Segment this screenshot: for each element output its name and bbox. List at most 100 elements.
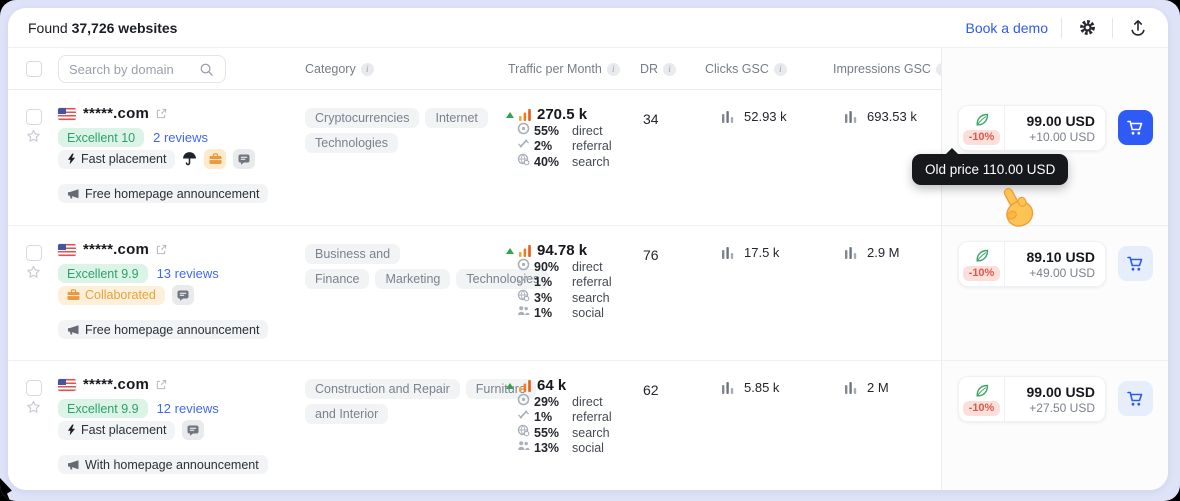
info-icon[interactable]: i <box>360 62 374 76</box>
domain-search[interactable] <box>58 55 226 83</box>
pointing-hand-icon <box>992 184 1040 239</box>
add-to-cart-button[interactable] <box>1118 246 1153 281</box>
bar-chart-icon <box>722 110 734 123</box>
chat-icon[interactable] <box>233 149 256 169</box>
traffic-bars-icon <box>519 379 531 392</box>
add-to-cart-button[interactable] <box>1118 381 1153 416</box>
announcement-badge: Free homepage announcement <box>58 320 269 339</box>
impressions-gsc-cell: 2 M <box>845 380 889 395</box>
leaf-icon <box>975 113 988 126</box>
category-pill: Construction and Repair <box>305 379 460 399</box>
column-header-impressions[interactable]: Impressions GSCi <box>833 62 949 76</box>
umbrella-icon[interactable] <box>182 150 197 168</box>
dr-value: 62 <box>643 382 659 398</box>
discount-badge[interactable]: -10% <box>962 400 1001 416</box>
lightning-icon <box>67 424 76 436</box>
lightning-icon <box>67 153 76 165</box>
column-header-clicks[interactable]: Clicks GSC i <box>705 62 787 76</box>
external-link-icon[interactable] <box>156 379 167 390</box>
reviews-link[interactable]: 13 reviews <box>157 266 219 281</box>
cart-icon <box>1127 120 1143 135</box>
direct-icon <box>517 393 530 406</box>
dr-value: 34 <box>643 111 659 127</box>
column-header-dr[interactable]: DR i <box>640 62 677 76</box>
collaborated-icon[interactable] <box>204 149 227 169</box>
price-main: 89.10 USD <box>1026 248 1095 265</box>
favorite-star-icon[interactable] <box>25 398 42 416</box>
chat-icon[interactable] <box>171 285 194 305</box>
domain-name[interactable]: *****.com <box>83 376 149 393</box>
select-all-checkbox[interactable] <box>26 61 42 77</box>
rating-badge: Excellent 9.9 <box>58 264 148 283</box>
trend-up-icon <box>506 111 514 118</box>
bar-chart-icon <box>722 381 734 394</box>
column-header-traffic[interactable]: Traffic per Month i <box>508 62 620 76</box>
reviews-link[interactable]: 2 reviews <box>153 130 208 145</box>
favorite-star-icon[interactable] <box>25 127 42 145</box>
settings-button[interactable] <box>1075 16 1099 40</box>
topbar-actions: Book a demo <box>966 16 1151 40</box>
book-a-demo-link[interactable]: Book a demo <box>966 20 1049 36</box>
fast-placement-badge: Fast placement <box>58 149 176 169</box>
chat-icon[interactable] <box>182 420 205 440</box>
category-cell: Cryptocurrencies Internet Technologies <box>305 106 540 156</box>
price-extra: +49.00 USD <box>1029 265 1095 280</box>
clicks-gsc-cell: 17.5 k <box>722 245 779 260</box>
add-to-cart-button[interactable] <box>1118 110 1153 145</box>
topbar: Found 37,726 websites Book a demo <box>8 8 1168 48</box>
announcement-badge: Free homepage announcement <box>58 184 269 203</box>
domain-name[interactable]: *****.com <box>83 241 149 258</box>
traffic-cell: 64 k 29% direct 1% referral 55% search 13% s… <box>506 377 646 456</box>
traffic-value: 94.78 k <box>537 242 588 259</box>
found-count-text: Found 37,726 websites <box>28 19 178 36</box>
traffic-value: 270.5 k <box>537 106 588 123</box>
search-input[interactable] <box>69 61 199 77</box>
category-cell: Business and Finance Marketing Technologie… <box>305 242 550 292</box>
export-button[interactable] <box>1126 16 1150 40</box>
row-checkbox[interactable] <box>26 109 42 125</box>
column-header-category[interactable]: Category i <box>305 62 374 76</box>
us-flag-icon <box>58 378 76 391</box>
discount-badge[interactable]: -10% <box>962 265 1001 281</box>
referral-icon <box>518 410 529 419</box>
favorite-star-icon[interactable] <box>25 263 42 281</box>
divider <box>1061 17 1062 38</box>
clicks-gsc-cell: 52.93 k <box>722 109 787 124</box>
traffic-value: 64 k <box>537 377 567 394</box>
bar-chart-icon <box>845 110 857 123</box>
domain-name[interactable]: *****.com <box>83 105 149 122</box>
megaphone-icon <box>68 459 79 470</box>
trend-up-icon <box>506 247 514 254</box>
external-link-icon[interactable] <box>156 244 167 255</box>
referral-icon <box>518 275 529 284</box>
referral-icon <box>518 139 529 148</box>
category-pill: Marketing <box>375 269 451 289</box>
search-channel-icon <box>517 153 530 166</box>
trend-up-icon <box>506 382 514 389</box>
announcement-badge: With homepage announcement <box>58 455 268 474</box>
price-card: -10% 99.00 USD +27.50 USD <box>958 376 1106 422</box>
discount-badge[interactable]: -10% <box>962 129 1001 145</box>
price-main: 99.00 USD <box>1026 383 1095 400</box>
upload-icon <box>1131 19 1145 36</box>
traffic-cell: 94.78 k 90% direct 1% referral 3% search 1%… <box>506 242 646 321</box>
row-checkbox[interactable] <box>26 380 42 396</box>
bar-chart-icon <box>845 246 857 259</box>
search-channel-icon <box>517 424 530 437</box>
row-checkbox[interactable] <box>26 245 42 261</box>
megaphone-icon <box>68 324 79 335</box>
impressions-gsc-cell: 2.9 M <box>845 245 900 260</box>
info-icon[interactable]: i <box>663 62 677 76</box>
bar-chart-icon <box>845 381 857 394</box>
info-icon[interactable]: i <box>773 62 787 76</box>
reviews-link[interactable]: 12 reviews <box>157 401 219 416</box>
rating-badge: Excellent 10 <box>58 128 145 147</box>
fast-placement-badge: Fast placement <box>58 420 176 440</box>
price-card: -10% 89.10 USD +49.00 USD <box>958 241 1106 287</box>
info-icon[interactable]: i <box>606 62 620 76</box>
divider <box>1112 17 1113 38</box>
category-pill: Cryptocurrencies <box>305 108 420 128</box>
external-link-icon[interactable] <box>156 108 167 119</box>
traffic-cell: 270.5 k 55% direct 2% referral 40% search <box>506 106 646 170</box>
impressions-gsc-cell: 693.53 k <box>845 109 917 124</box>
